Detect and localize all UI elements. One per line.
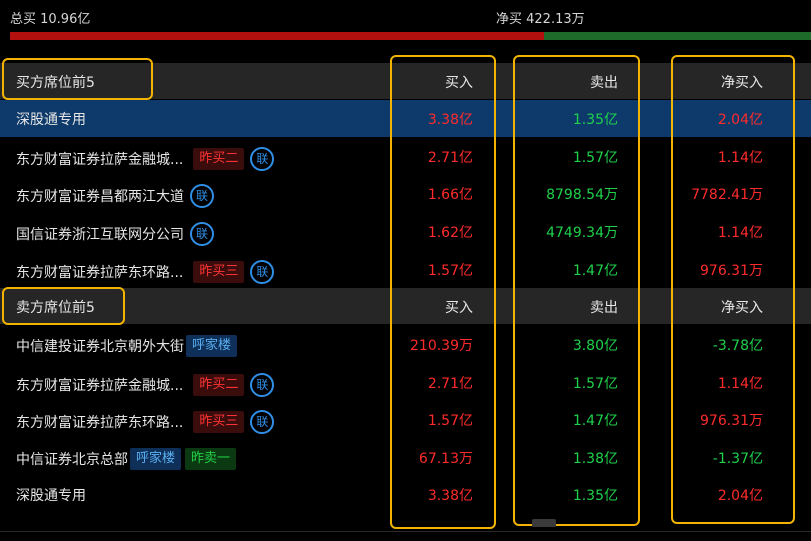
table-row[interactable]: 国信证券浙江互联网分公司 联 1.62亿 4749.34万 1.14亿 (0, 213, 811, 250)
linked-seat-icon[interactable]: 联 (250, 410, 275, 434)
buyers-col-sell[interactable]: 卖出 (498, 72, 618, 92)
sellers-col-sell[interactable]: 卖出 (498, 297, 618, 317)
buy-value: 1.57亿 (427, 413, 473, 429)
linked-seat-icon[interactable]: 联 (190, 184, 214, 208)
table-row[interactable]: 深股通专用 3.38亿 1.35亿 2.04亿 (0, 476, 811, 513)
linked-seat-icon[interactable]: 联 (250, 147, 275, 171)
seat-name: 东方财富证券拉萨东环路... 昨买三 联 (16, 260, 275, 284)
sell-value: 1.47亿 (572, 413, 618, 429)
seat-name: 东方财富证券拉萨金融城... 昨买二 联 (16, 373, 275, 397)
seat-name: 中信证券北京总部 呼家楼 昨卖一 (16, 448, 237, 470)
buy-value: 3.38亿 (427, 488, 473, 504)
buy-value: 3.38亿 (427, 112, 473, 128)
prev-day-tag: 昨买三 (193, 411, 245, 433)
sell-value: 1.47亿 (572, 263, 618, 279)
sell-value: 3.80亿 (572, 338, 618, 354)
sell-value: 1.35亿 (572, 488, 618, 504)
linked-seat-icon[interactable]: 联 (250, 260, 275, 284)
divider (0, 531, 811, 532)
seat-name: 中信建投证券北京朝外大街 呼家楼 (16, 335, 238, 357)
seat-name: 东方财富证券昌都两江大道 联 (16, 184, 214, 208)
net-value: -3.78亿 (712, 338, 763, 354)
total-buy-label: 总买 10.96亿 (10, 12, 91, 27)
table-row[interactable]: 东方财富证券拉萨金融城... 昨买二 联 2.71亿 1.57亿 1.14亿 (0, 138, 811, 175)
sellers-col-buy[interactable]: 买入 (353, 297, 473, 317)
buy-value: 2.71亿 (427, 376, 473, 392)
buy-value: 210.39万 (410, 338, 473, 354)
table-row[interactable]: 东方财富证券拉萨金融城... 昨买二 联 2.71亿 1.57亿 1.14亿 (0, 364, 811, 401)
sell-value: 8798.54万 (546, 187, 618, 203)
table-row[interactable]: 中信证券北京总部 呼家楼 昨卖一 67.13万 1.38亿 -1.37亿 (0, 439, 811, 476)
prev-day-tag: 昨买三 (193, 261, 245, 283)
net-value: 976.31万 (700, 413, 763, 429)
net-value: 7782.41万 (691, 187, 763, 203)
linked-seat-icon[interactable]: 联 (190, 222, 214, 246)
location-tag: 呼家楼 (186, 335, 238, 357)
buy-value: 2.71亿 (427, 150, 473, 166)
buy-value: 67.13万 (418, 451, 473, 467)
summary-bar: 总买 10.96亿 净买 422.13万 (0, 0, 811, 30)
sellers-section-header: 卖方席位前5 买入 卖出 净买入 (0, 288, 811, 324)
sell-value: 1.57亿 (572, 376, 618, 392)
buy-value: 1.62亿 (427, 225, 473, 241)
buy-value: 1.66亿 (427, 187, 473, 203)
buy-sell-ratio-bar (10, 32, 811, 40)
sell-value: 1.57亿 (572, 150, 618, 166)
net-value: 976.31万 (700, 263, 763, 279)
sell-value: 1.38亿 (572, 451, 618, 467)
location-tag: 呼家楼 (130, 448, 182, 470)
buyers-col-buy[interactable]: 买入 (353, 72, 473, 92)
buyers-section-header: 买方席位前5 买入 卖出 净买入 (0, 63, 811, 99)
table-row[interactable]: 东方财富证券昌都两江大道 联 1.66亿 8798.54万 7782.41万 (0, 175, 811, 212)
prev-day-tag: 昨买二 (193, 148, 245, 170)
buy-ratio-fill (10, 32, 544, 40)
sell-value: 4749.34万 (546, 225, 618, 241)
net-buy-label: 净买 422.13万 (496, 12, 585, 27)
net-value: 1.14亿 (717, 376, 763, 392)
table-row[interactable]: 深股通专用 3.38亿 1.35亿 2.04亿 (0, 100, 811, 137)
seat-name: 国信证券浙江互联网分公司 联 (16, 222, 214, 246)
net-value: 1.14亿 (717, 150, 763, 166)
buy-value: 1.57亿 (427, 263, 473, 279)
sellers-col-net[interactable]: 净买入 (643, 297, 763, 317)
scrollbar-thumb[interactable] (532, 519, 556, 527)
seat-name: 东方财富证券拉萨金融城... 昨买二 联 (16, 147, 275, 171)
net-value: 2.04亿 (717, 112, 763, 128)
net-value: 1.14亿 (717, 225, 763, 241)
buyers-title: 买方席位前5 (16, 75, 95, 91)
table-row[interactable]: 东方财富证券拉萨东环路... 昨买三 联 1.57亿 1.47亿 976.31万 (0, 401, 811, 438)
net-value: 2.04亿 (717, 488, 763, 504)
table-row[interactable]: 中信建投证券北京朝外大街 呼家楼 210.39万 3.80亿 -3.78亿 (0, 326, 811, 363)
prev-day-tag: 昨卖一 (185, 448, 237, 470)
seat-name: 深股通专用 (16, 488, 86, 504)
sell-value: 1.35亿 (572, 112, 618, 128)
prev-day-tag: 昨买二 (193, 374, 245, 396)
net-value: -1.37亿 (712, 451, 763, 467)
linked-seat-icon[interactable]: 联 (250, 373, 275, 397)
table-row[interactable]: 东方财富证券拉萨东环路... 昨买三 联 1.57亿 1.47亿 976.31万 (0, 251, 811, 288)
sellers-title: 卖方席位前5 (16, 300, 95, 316)
seat-name: 深股通专用 (16, 112, 86, 128)
buyers-col-net[interactable]: 净买入 (643, 72, 763, 92)
seat-name: 东方财富证券拉萨东环路... 昨买三 联 (16, 410, 275, 434)
